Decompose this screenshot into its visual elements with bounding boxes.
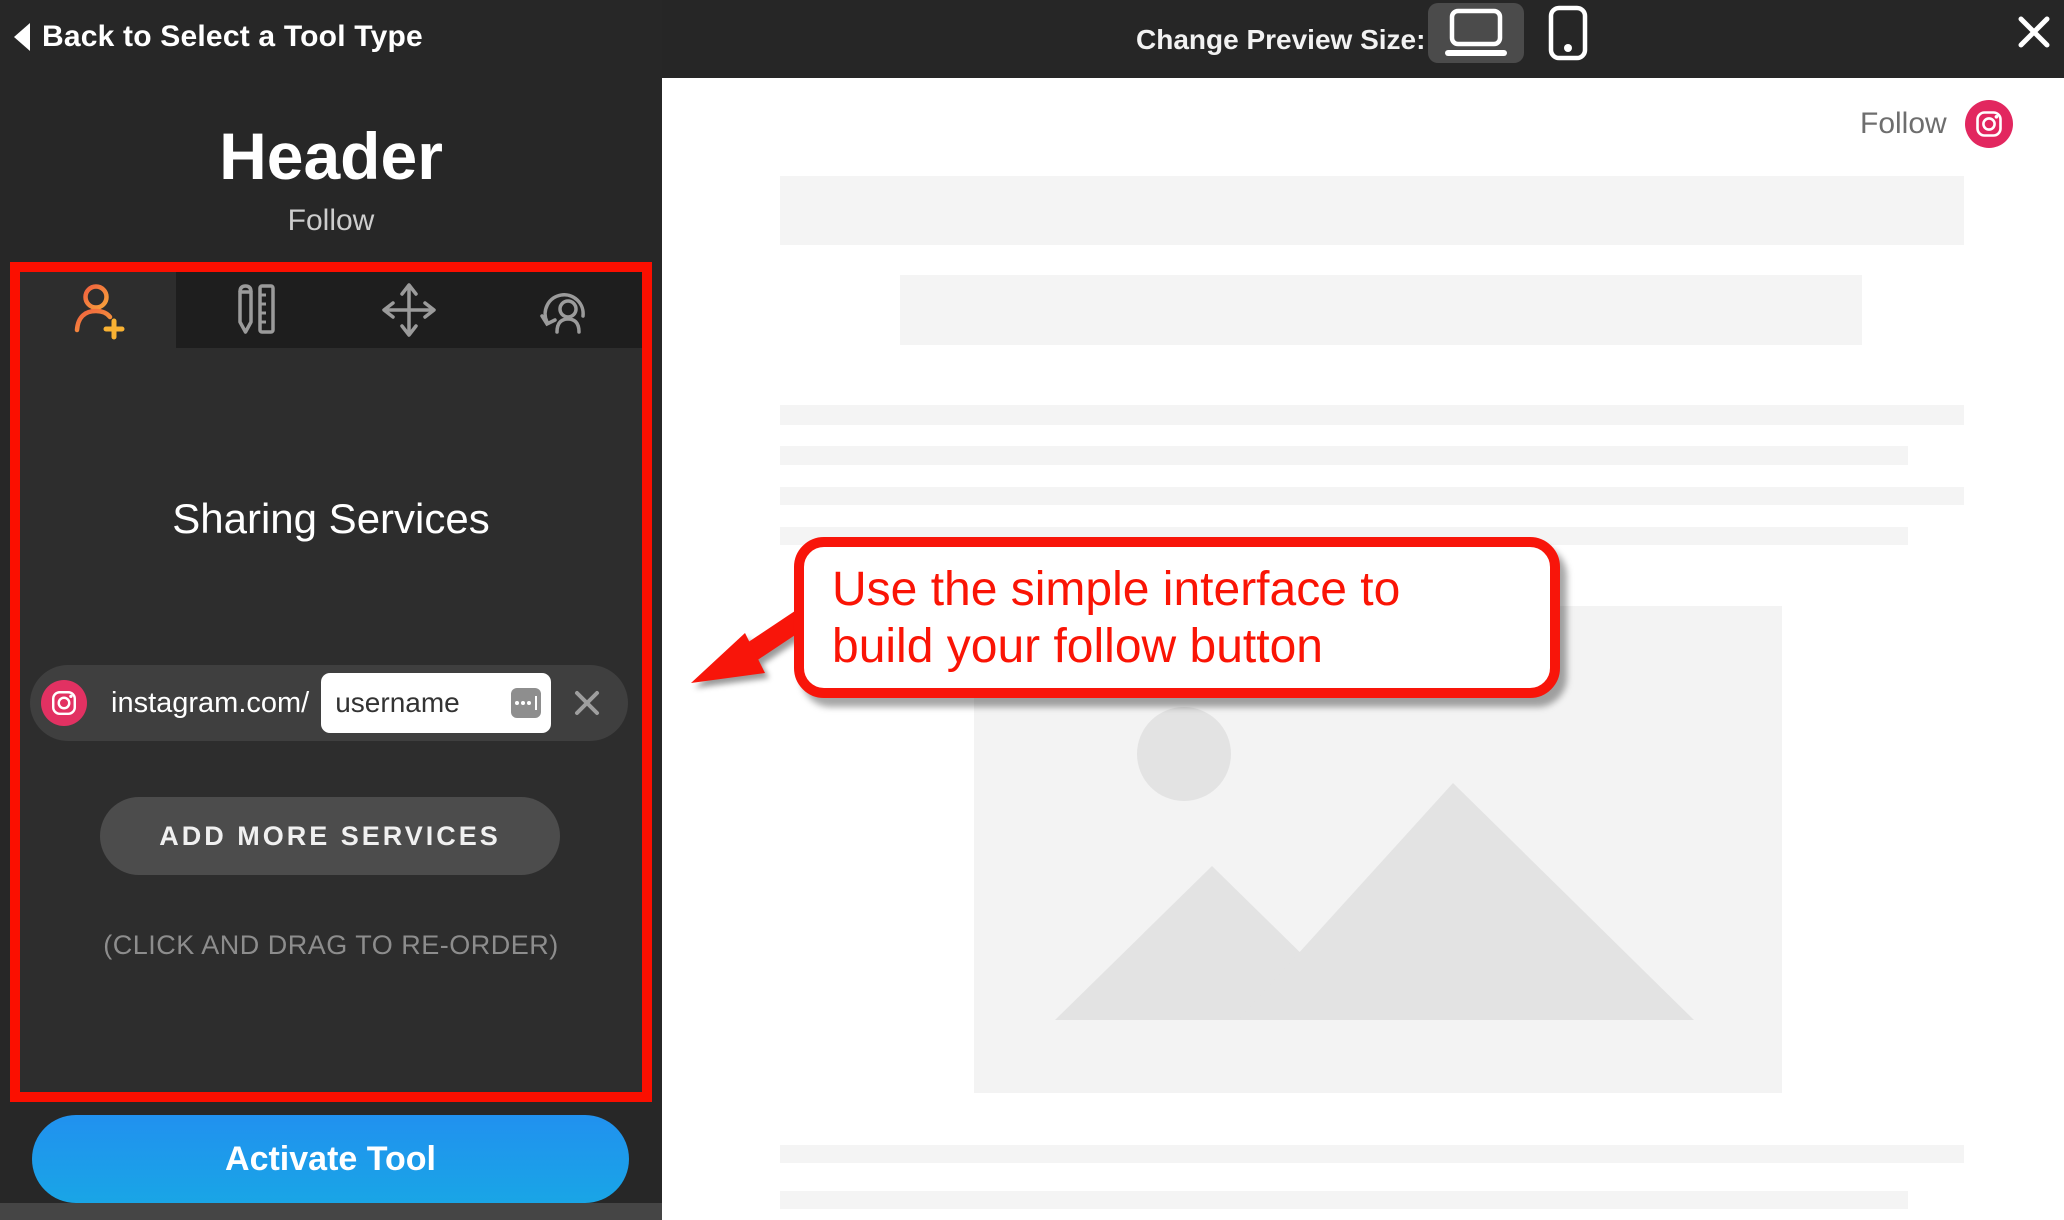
instagram-icon [41,680,87,726]
tool-tabs [20,272,642,348]
reorder-hint: (CLICK AND DRAG TO RE-ORDER) [20,930,642,961]
skeleton-bar [780,446,1908,465]
back-chevron-icon [12,22,32,52]
tool-subtitle: Follow [0,204,662,238]
pen-ruler-icon [223,278,283,342]
callout-line-2: build your follow button [832,618,1550,675]
sidebar-footer-strip [0,1203,662,1220]
service-url-prefix: instagram.com/ [111,687,309,720]
preview-desktop-button[interactable] [1428,3,1524,63]
annotation-callout: Use the simple interface to build your f… [794,537,1560,698]
skeleton-bar [780,405,1964,425]
section-title: Sharing Services [20,495,642,543]
tab-placement[interactable] [331,272,487,348]
app-window: Back to Select a Tool Type Change Previe… [0,0,2064,1220]
follow-widget-label: Follow [1860,107,1947,141]
skeleton-block [780,176,1964,245]
username-field-wrap [321,673,551,733]
phone-icon [1548,5,1588,61]
back-button[interactable]: Back to Select a Tool Type [12,20,423,54]
remove-service-button[interactable] [573,689,601,717]
skeleton-bar [780,487,1964,505]
preview-size-label: Change Preview Size: [1136,24,1425,56]
laptop-icon [1442,7,1510,59]
person-add-icon [66,278,130,342]
skeleton-bar [780,1191,1908,1209]
activate-tool-button[interactable]: Activate Tool [32,1115,629,1203]
skeleton-block [900,275,1862,345]
close-button[interactable] [2012,12,2056,52]
tool-title: Header [0,118,662,194]
skeleton-bar [780,1145,1964,1163]
tab-follow-settings[interactable] [487,272,643,348]
back-button-label: Back to Select a Tool Type [42,20,423,54]
tab-add-services[interactable] [20,272,176,348]
tab-design[interactable] [176,272,332,348]
text-cursor-icon [511,688,541,718]
instagram-follow-icon[interactable] [1965,100,2013,148]
add-more-services-button[interactable]: ADD MORE SERVICES [100,797,560,875]
close-icon [2016,14,2052,50]
person-refresh-icon [532,278,596,342]
move-arrows-icon [378,279,440,341]
username-input[interactable] [321,675,481,731]
follow-widget: Follow [1860,100,2013,148]
preview-mobile-button[interactable] [1540,3,1596,63]
callout-line-1: Use the simple interface to [832,561,1550,618]
service-row-instagram[interactable]: instagram.com/ [30,665,628,741]
